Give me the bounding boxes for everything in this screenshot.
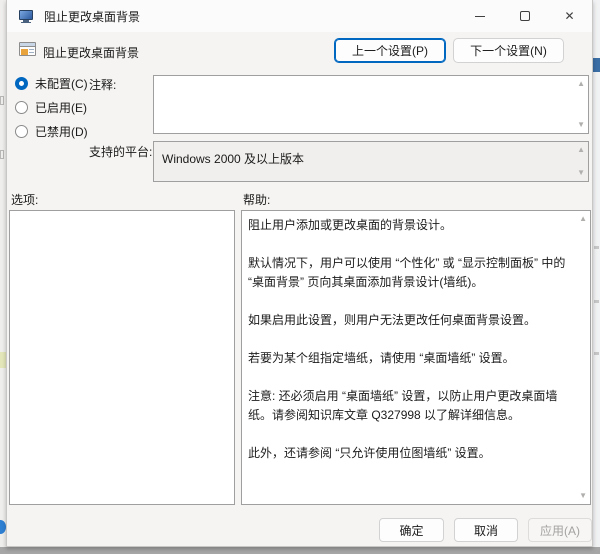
radio-icon[interactable]: [15, 101, 28, 114]
maximize-icon: [520, 11, 530, 21]
radio-label: 未配置(C): [35, 75, 88, 92]
background-strip-bottom: [0, 547, 600, 554]
next-setting-button[interactable]: 下一个设置(N): [453, 38, 564, 63]
ok-button[interactable]: 确定: [379, 518, 444, 542]
scroll-up-icon[interactable]: ▲: [577, 146, 585, 154]
background-fragment: [0, 96, 4, 105]
radio-icon[interactable]: [15, 125, 28, 138]
close-button[interactable]: ✕: [547, 0, 592, 32]
policy-setting-icon: [19, 42, 36, 56]
scroll-up-icon[interactable]: ▲: [579, 215, 587, 223]
radio-icon[interactable]: [15, 77, 28, 90]
setting-name: 阻止更改桌面背景: [43, 44, 139, 61]
options-label: 选项:: [11, 191, 38, 208]
help-label: 帮助:: [243, 191, 270, 208]
scroll-down-icon[interactable]: ▼: [577, 121, 585, 129]
background-fragment: [594, 246, 599, 249]
cancel-button[interactable]: 取消: [454, 518, 518, 542]
help-panel[interactable]: 阻止用户添加或更改桌面的背景设计。 默认情况下，用户可以使用 “个性化” 或 “…: [241, 210, 591, 505]
background-fragment: [593, 58, 600, 72]
policy-setting-dialog: 阻止更改桌面背景 ✕ 阻止更改桌面背景 上一个设置(P) 下一个设置(N) 未配…: [6, 0, 593, 547]
background-window-sliver-right: [593, 0, 600, 547]
background-fragment: [594, 300, 599, 303]
scroll-down-icon[interactable]: ▼: [579, 492, 587, 500]
radio-enabled[interactable]: 已启用(E): [15, 99, 87, 115]
window-title: 阻止更改桌面背景: [44, 8, 140, 25]
group-policy-icon: [19, 10, 35, 23]
close-icon: ✕: [564, 9, 574, 23]
comment-label: 注释:: [89, 76, 116, 93]
radio-label: 已禁用(D): [35, 123, 88, 140]
titlebar[interactable]: 阻止更改桌面背景 ✕: [7, 0, 592, 32]
supported-on-label: 支持的平台:: [89, 143, 152, 160]
apply-button: 应用(A): [528, 518, 592, 542]
comment-textarea[interactable]: ▲ ▼: [153, 75, 589, 134]
scroll-down-icon[interactable]: ▼: [577, 169, 585, 177]
radio-label: 已启用(E): [35, 99, 87, 116]
scroll-up-icon[interactable]: ▲: [577, 80, 585, 88]
minimize-button[interactable]: [457, 0, 502, 32]
background-fragment: [594, 352, 599, 355]
radio-disabled[interactable]: 已禁用(D): [15, 123, 88, 139]
background-fragment: [0, 150, 4, 159]
maximize-button[interactable]: [502, 0, 547, 32]
previous-setting-button[interactable]: 上一个设置(P): [334, 38, 446, 63]
help-text: 阻止用户添加或更改桌面的背景设计。 默认情况下，用户可以使用 “个性化” 或 “…: [248, 216, 570, 499]
radio-not-configured[interactable]: 未配置(C): [15, 75, 88, 91]
supported-on-field: Windows 2000 及以上版本 ▲ ▼: [153, 141, 589, 182]
minimize-icon: [475, 16, 485, 17]
options-panel[interactable]: [9, 210, 235, 505]
supported-on-value: Windows 2000 及以上版本: [162, 150, 304, 167]
